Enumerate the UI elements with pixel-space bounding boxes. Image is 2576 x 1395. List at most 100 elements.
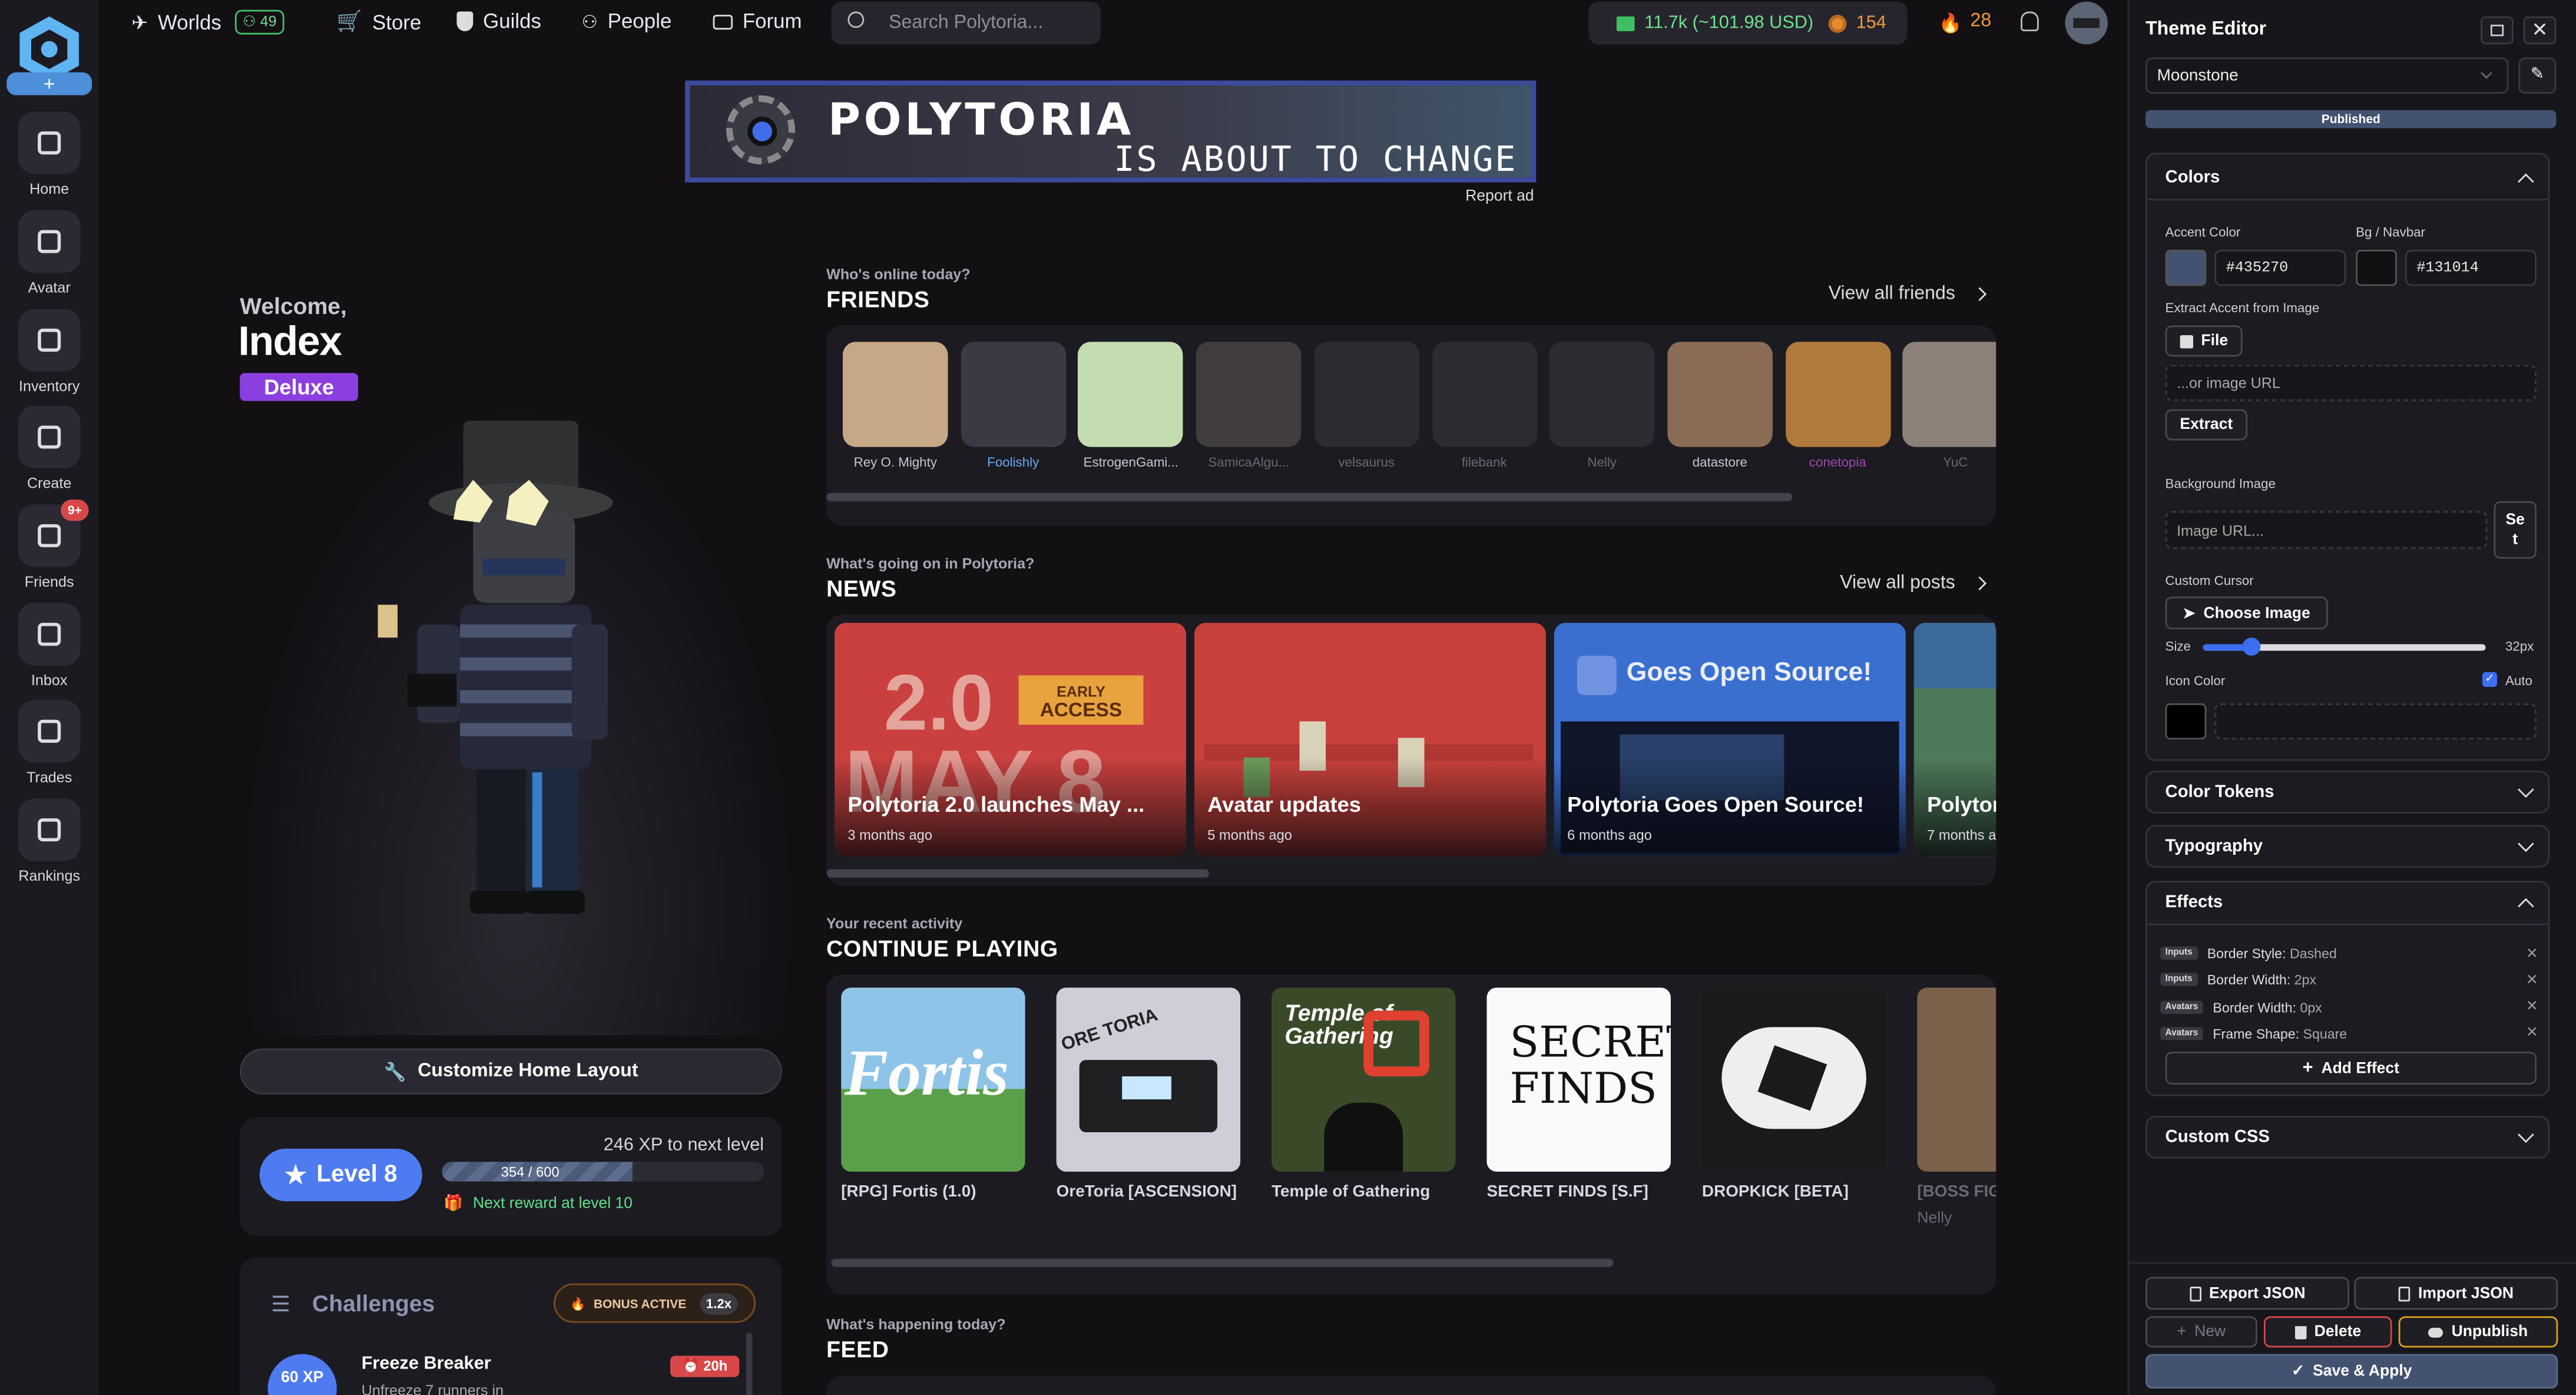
friend-card[interactable]: Foolishly	[960, 342, 1066, 473]
challenge-scrollbar[interactable]	[746, 1333, 753, 1395]
nav-worlds[interactable]: ✈ Worlds ⚇ 49	[131, 9, 285, 35]
choose-image-button[interactable]: ➤ Choose Image	[2165, 596, 2328, 630]
friend-card[interactable]: filebank	[1432, 342, 1537, 473]
extract-button[interactable]: Extract	[2165, 409, 2248, 441]
level-label: Level 8	[316, 1162, 398, 1188]
theme-select[interactable]: Moonstone	[2145, 57, 2509, 94]
game-card[interactable]: SECRET FINDS SECRET FINDS [S.F]	[1486, 987, 1671, 1201]
user-avatar[interactable]	[2065, 1, 2108, 45]
friend-card[interactable]: Nelly	[1549, 342, 1655, 473]
auto-checkbox[interactable]: ✓	[2482, 672, 2498, 687]
friend-card[interactable]: SamicaAlgu...	[1196, 342, 1302, 473]
game-card[interactable]: Temple of Gathering Temple of Gathering	[1272, 987, 1456, 1201]
custom-css-section[interactable]: Custom CSS	[2145, 1116, 2550, 1159]
cursor-size-knob[interactable]	[2243, 637, 2262, 656]
streak-display[interactable]: 🔥 28	[1939, 12, 1992, 35]
polytoria-logo-icon	[1577, 656, 1617, 695]
bell-icon[interactable]	[2021, 11, 2039, 32]
game-card[interactable]: DROPKICK [BETA]	[1701, 987, 1886, 1201]
import-json-button[interactable]: Import JSON	[2354, 1277, 2558, 1310]
customize-home-button[interactable]: 🔧 Customize Home Layout	[240, 1048, 782, 1095]
rename-theme-button[interactable]: ✎	[2518, 57, 2557, 94]
friend-avatar	[1432, 342, 1537, 447]
sidebar-item-home[interactable]: Home	[0, 111, 98, 210]
sidebar-item-trades[interactable]: Trades	[0, 700, 98, 798]
sidebar-item-inbox[interactable]: Inbox	[0, 603, 98, 702]
add-effect-label: Add Effect	[2321, 1059, 2399, 1077]
nav-store[interactable]: 🛒 Store	[337, 10, 422, 35]
friends-scrollbar[interactable]	[826, 492, 1793, 501]
save-apply-button[interactable]: ✓ Save & Apply	[2145, 1354, 2558, 1389]
sidebar-item-avatar[interactable]: Avatar	[0, 210, 98, 309]
file-button-label: File	[2201, 332, 2229, 351]
sidebar-item-friends[interactable]: 9+ Friends	[0, 500, 98, 603]
icon-color-swatch[interactable]	[2165, 703, 2207, 740]
sidebar-item-rankings[interactable]: Rankings	[0, 798, 98, 897]
effects-header[interactable]: Effects	[2166, 892, 2223, 912]
search-input[interactable]: Search Polytoria...	[889, 13, 1043, 32]
background-image-input[interactable]: Image URL...	[2165, 511, 2488, 549]
file-button[interactable]: File	[2165, 325, 2243, 357]
news-card[interactable]: Polytor 7 months a	[1913, 623, 1996, 857]
ad-banner[interactable]: POLYTORIA IS ABOUT TO CHANGE	[685, 80, 1537, 183]
check-icon: ✓	[2291, 1362, 2305, 1381]
friend-card[interactable]: EstrogenGami...	[1078, 342, 1184, 473]
home-icon	[18, 111, 81, 174]
view-all-friends-link[interactable]: View all friends	[1829, 285, 1987, 304]
news-card[interactable]: Goes Open Source! Polytoria Goes Open So…	[1554, 623, 1906, 857]
accent-color-swatch[interactable]	[2165, 250, 2207, 286]
sidebar-item-create[interactable]: Create	[0, 406, 98, 504]
icon-color-input[interactable]	[2214, 703, 2537, 740]
export-json-button[interactable]: Export JSON	[2145, 1277, 2349, 1310]
friend-card[interactable]: Rey O. Mighty	[843, 342, 948, 473]
remove-effect-icon[interactable]: ✕	[2526, 971, 2538, 989]
continue-scrollbar[interactable]	[831, 1258, 1614, 1267]
chevron-up-icon[interactable]	[2518, 173, 2534, 190]
chevron-down-icon[interactable]	[2518, 1126, 2534, 1143]
color-tokens-section[interactable]: Color Tokens	[2145, 771, 2550, 814]
bg-color-swatch[interactable]	[2356, 250, 2397, 286]
friend-card[interactable]: velsaurus	[1314, 342, 1419, 473]
unpublish-button[interactable]: Unpublish	[2398, 1316, 2558, 1348]
bg-color-input[interactable]: #131014	[2405, 250, 2537, 286]
effect-value: 0px	[2300, 998, 2322, 1015]
bg-navbar-label: Bg / Navbar	[2356, 225, 2425, 240]
close-icon[interactable]: ✕	[2523, 16, 2557, 45]
currency-display[interactable]: 11.7k (~101.98 USD) 154	[1588, 1, 1908, 45]
colors-section-header[interactable]: Colors	[2166, 168, 2220, 187]
accent-color-input[interactable]: #435270	[2214, 250, 2346, 286]
chevron-up-icon[interactable]	[2518, 898, 2534, 915]
nav-forum[interactable]: Forum	[713, 10, 802, 33]
set-background-button[interactable]: Set	[2494, 501, 2537, 559]
friend-card[interactable]: datastore	[1667, 342, 1773, 473]
add-effect-button[interactable]: + Add Effect	[2165, 1052, 2537, 1085]
game-thumbnail: Fortis	[841, 987, 1025, 1172]
game-card[interactable]: Fortis [RPG] Fortis (1.0)	[841, 987, 1025, 1201]
search-bar[interactable]: Search Polytoria...	[831, 1, 1101, 45]
news-card[interactable]: 2.0 EARLYACCESS MAY 8 Polytoria 2.0 laun…	[835, 623, 1187, 857]
game-card[interactable]: ORE TORIA OreToria [ASCENSION]	[1056, 987, 1241, 1201]
friend-card[interactable]: YuC	[1903, 342, 1996, 473]
chevron-down-icon[interactable]	[2518, 781, 2534, 798]
cursor-size-slider[interactable]	[2203, 637, 2486, 656]
news-card[interactable]: Avatar updates 5 months ago	[1194, 623, 1546, 857]
logo[interactable]: +	[6, 10, 92, 95]
typography-section[interactable]: Typography	[2145, 825, 2550, 868]
remove-effect-icon[interactable]: ✕	[2526, 1024, 2538, 1043]
report-ad-link[interactable]: Report ad	[1465, 187, 1534, 206]
nav-people[interactable]: ⚇ People	[581, 10, 671, 33]
image-url-input[interactable]: ...or image URL	[2165, 365, 2537, 401]
expand-icon[interactable]	[2481, 16, 2514, 45]
view-all-posts-link[interactable]: View all posts	[1840, 574, 1987, 593]
game-card[interactable]: [BOSS FIG Nelly	[1917, 987, 1996, 1228]
remove-effect-icon[interactable]: ✕	[2526, 944, 2538, 963]
new-theme-button[interactable]: + New	[2145, 1316, 2257, 1348]
remove-effect-icon[interactable]: ✕	[2526, 997, 2538, 1016]
friend-card[interactable]: conetopia	[1785, 342, 1890, 473]
sidebar-item-inventory[interactable]: Inventory	[0, 309, 98, 407]
cursor-icon: ➤	[2183, 604, 2196, 621]
chevron-down-icon[interactable]	[2518, 835, 2534, 852]
nav-guilds[interactable]: Guilds	[456, 10, 541, 33]
delete-theme-button[interactable]: Delete	[2263, 1316, 2392, 1348]
news-scrollbar[interactable]	[826, 869, 1210, 878]
